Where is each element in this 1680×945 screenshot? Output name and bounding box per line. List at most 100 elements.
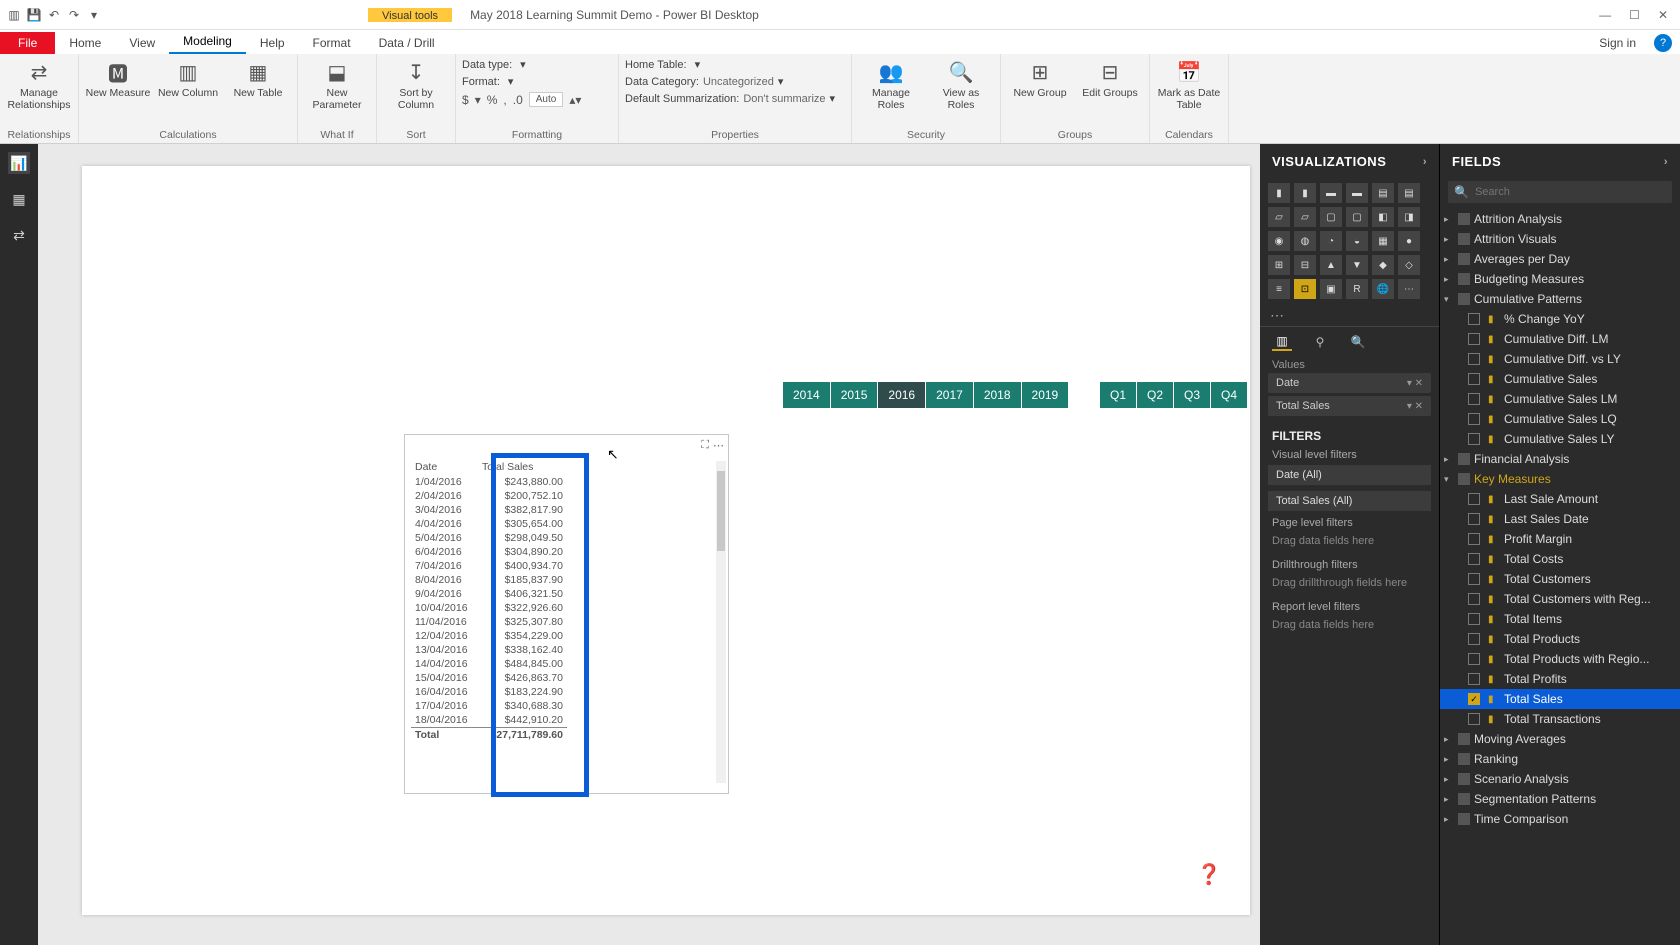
viz-type-13[interactable]: ◍ <box>1294 231 1316 251</box>
view-as-roles-button[interactable]: 🔍View as Roles <box>928 56 994 111</box>
manage-relationships-button[interactable]: ⇄Manage Relationships <box>6 56 72 111</box>
field-cumulative-sales-ly[interactable]: ▮Cumulative Sales LY <box>1440 429 1680 449</box>
year-chip-2017[interactable]: 2017 <box>926 382 973 408</box>
viz-type-16[interactable]: ▦ <box>1372 231 1394 251</box>
new-column-button[interactable]: ▥New Column <box>155 56 221 99</box>
sort-by-column-button[interactable]: ↧Sort by Column <box>383 56 449 111</box>
field-last-sales-date[interactable]: ▮Last Sales Date <box>1440 509 1680 529</box>
visual-menu-icon[interactable]: ⋯ <box>713 439 724 452</box>
quarter-slicer[interactable]: Q1Q2Q3Q4 <box>1100 382 1248 408</box>
year-slicer[interactable]: 201420152016201720182019 <box>783 382 1069 408</box>
edit-groups-button[interactable]: ⊟Edit Groups <box>1077 56 1143 99</box>
filter-date[interactable]: Date (All) <box>1268 465 1431 485</box>
table-financial-analysis[interactable]: ▸Financial Analysis <box>1440 449 1680 469</box>
viz-type-27[interactable]: R <box>1346 279 1368 299</box>
well-item-date[interactable]: Date▾ ✕ <box>1268 373 1431 393</box>
year-chip-2014[interactable]: 2014 <box>783 382 830 408</box>
viz-type-6[interactable]: ▱ <box>1268 207 1290 227</box>
year-chip-2016[interactable]: 2016 <box>878 382 925 408</box>
collapse-icon[interactable]: › <box>1423 156 1427 168</box>
table-cumulative-patterns[interactable]: ▾Cumulative Patterns <box>1440 289 1680 309</box>
fields-search[interactable]: 🔍 <box>1448 181 1672 203</box>
page-filters-drop[interactable]: Drag data fields here <box>1260 531 1439 557</box>
quarter-chip-Q2[interactable]: Q2 <box>1137 382 1173 408</box>
year-chip-2015[interactable]: 2015 <box>831 382 878 408</box>
tab-format[interactable]: Format <box>299 32 365 54</box>
viz-type-24[interactable]: ≡ <box>1268 279 1290 299</box>
field-cumulative-sales[interactable]: ▮Cumulative Sales <box>1440 369 1680 389</box>
viz-type-3[interactable]: ▬ <box>1346 183 1368 203</box>
field-total-products-with-regio-[interactable]: ▮Total Products with Regio... <box>1440 649 1680 669</box>
help-icon[interactable]: ? <box>1654 34 1672 52</box>
table-segmentation-patterns[interactable]: ▸Segmentation Patterns <box>1440 789 1680 809</box>
decimal-icon[interactable]: .0 <box>513 93 523 107</box>
viz-type-22[interactable]: ◆ <box>1372 255 1394 275</box>
field-total-items[interactable]: ▮Total Items <box>1440 609 1680 629</box>
report-view-icon[interactable]: 📊 <box>8 152 30 174</box>
table-budgeting-measures[interactable]: ▸Budgeting Measures <box>1440 269 1680 289</box>
table-attrition-visuals[interactable]: ▸Attrition Visuals <box>1440 229 1680 249</box>
viz-type-4[interactable]: ▤ <box>1372 183 1394 203</box>
data-view-icon[interactable]: ▦ <box>8 188 30 210</box>
viz-type-15[interactable]: ◒ <box>1346 231 1368 251</box>
new-table-button[interactable]: ▦New Table <box>225 56 291 99</box>
decimal-places-box[interactable]: Auto <box>529 92 564 107</box>
report-filters-drop[interactable]: Drag data fields here <box>1260 615 1439 641</box>
new-group-button[interactable]: ⊞New Group <box>1007 56 1073 99</box>
tab-modeling[interactable]: Modeling <box>169 30 246 54</box>
new-parameter-button[interactable]: ⬓New Parameter <box>304 56 370 111</box>
field-total-sales[interactable]: ✓▮Total Sales <box>1440 689 1680 709</box>
quarter-chip-Q4[interactable]: Q4 <box>1211 382 1247 408</box>
currency-icon[interactable]: $ <box>462 93 469 107</box>
percent-icon[interactable]: % <box>487 93 498 107</box>
file-tab[interactable]: File <box>0 32 55 54</box>
table-visual[interactable]: ⛶ ⋯ DateTotal Sales1/04/2016$243,880.002… <box>404 434 729 794</box>
close-icon[interactable]: ✕ <box>1658 8 1668 22</box>
qat-more-icon[interactable]: ▾ <box>86 7 102 23</box>
viz-type-26[interactable]: ▣ <box>1320 279 1342 299</box>
drillthrough-drop[interactable]: Drag drillthrough fields here <box>1260 573 1439 599</box>
focus-mode-icon[interactable]: ⛶ <box>701 439 709 452</box>
model-view-icon[interactable]: ⇄ <box>8 224 30 246</box>
analytics-tab-icon[interactable]: 🔍 <box>1348 333 1368 351</box>
year-chip-2019[interactable]: 2019 <box>1022 382 1069 408</box>
field-total-customers-with-reg-[interactable]: ▮Total Customers with Reg... <box>1440 589 1680 609</box>
table-ranking[interactable]: ▸Ranking <box>1440 749 1680 769</box>
maximize-icon[interactable]: ☐ <box>1629 8 1640 22</box>
table-averages-per-day[interactable]: ▸Averages per Day <box>1440 249 1680 269</box>
undo-icon[interactable]: ↶ <box>46 7 62 23</box>
field-total-profits[interactable]: ▮Total Profits <box>1440 669 1680 689</box>
field-total-products[interactable]: ▮Total Products <box>1440 629 1680 649</box>
table-attrition-analysis[interactable]: ▸Attrition Analysis <box>1440 209 1680 229</box>
format-toolbar[interactable]: $▾ % , .0 Auto ▴▾ <box>462 92 581 107</box>
fields-tab-icon[interactable]: ▥ <box>1272 333 1292 351</box>
quarter-chip-Q1[interactable]: Q1 <box>1100 382 1136 408</box>
field-cumulative-diff-vs-ly[interactable]: ▮Cumulative Diff. vs LY <box>1440 349 1680 369</box>
viz-type-7[interactable]: ▱ <box>1294 207 1316 227</box>
field-profit-margin[interactable]: ▮Profit Margin <box>1440 529 1680 549</box>
viz-type-29[interactable]: ⋯ <box>1398 279 1420 299</box>
viz-type-17[interactable]: ● <box>1398 231 1420 251</box>
field-cumulative-sales-lm[interactable]: ▮Cumulative Sales LM <box>1440 389 1680 409</box>
report-canvas[interactable]: 201420152016201720182019 Q1Q2Q3Q4 ⛶ ⋯ Da… <box>38 144 1260 945</box>
manage-roles-button[interactable]: 👥Manage Roles <box>858 56 924 111</box>
comma-icon[interactable]: , <box>503 93 506 107</box>
tab-home[interactable]: Home <box>55 32 115 54</box>
viz-gallery[interactable]: ▮▮▬▬▤▤▱▱▢▢◧◨◉◍◔◒▦●⊞⊟▲▼◆◇≡⊡▣R🌐⋯ <box>1260 179 1439 305</box>
table-key-measures[interactable]: ▾Key Measures <box>1440 469 1680 489</box>
tab-view[interactable]: View <box>115 32 169 54</box>
year-chip-2018[interactable]: 2018 <box>974 382 1021 408</box>
save-icon[interactable]: 💾 <box>26 7 42 23</box>
viz-type-18[interactable]: ⊞ <box>1268 255 1290 275</box>
field-total-customers[interactable]: ▮Total Customers <box>1440 569 1680 589</box>
table-scenario-analysis[interactable]: ▸Scenario Analysis <box>1440 769 1680 789</box>
field-cumulative-diff-lm[interactable]: ▮Cumulative Diff. LM <box>1440 329 1680 349</box>
table-scrollbar[interactable] <box>716 461 726 783</box>
new-measure-button[interactable]: 🅼New Measure <box>85 56 151 99</box>
stepper-icon[interactable]: ▴▾ <box>569 93 581 107</box>
field-cumulative-sales-lq[interactable]: ▮Cumulative Sales LQ <box>1440 409 1680 429</box>
mark-date-table-button[interactable]: 📅Mark as Date Table <box>1156 56 1222 111</box>
filter-total-sales[interactable]: Total Sales (All) <box>1268 491 1431 511</box>
help-float-icon[interactable]: ❓ <box>1194 859 1224 889</box>
viz-type-25[interactable]: ⊡ <box>1294 279 1316 299</box>
